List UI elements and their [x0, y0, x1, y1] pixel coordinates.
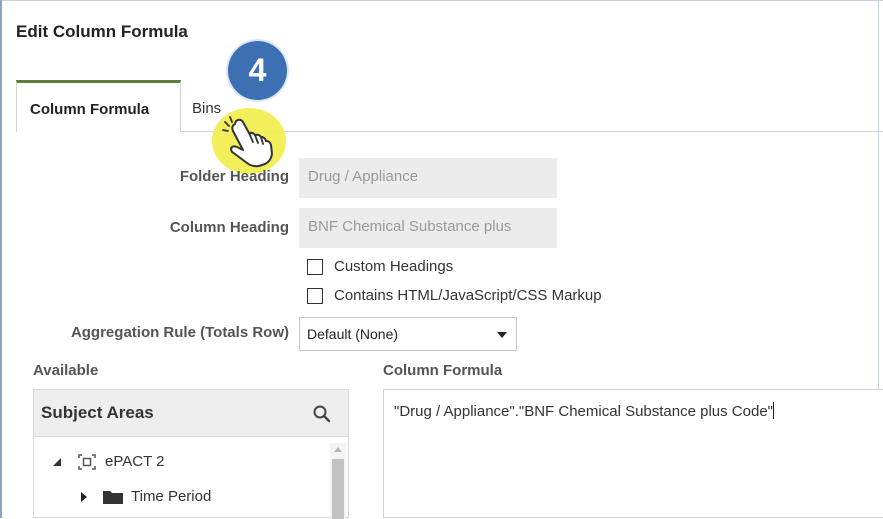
expanded-triangle-icon[interactable]: [52, 457, 62, 467]
tree-item-label: Time Period: [131, 488, 212, 505]
scroll-up-icon[interactable]: [334, 447, 342, 452]
subject-area-icon: [78, 453, 96, 470]
custom-headings-checkbox[interactable]: [307, 258, 323, 275]
subject-areas-title: Subject Areas: [41, 403, 154, 422]
tree-item-time-period[interactable]: Time Period: [80, 488, 211, 505]
folder-icon: [103, 490, 123, 504]
column-formula-text: "Drug / Appliance"."BNF Chemical Substan…: [394, 403, 773, 420]
scrollbar-thumb[interactable]: [332, 459, 344, 519]
aggregation-rule-label: Aggregation Rule (Totals Row): [70, 324, 289, 341]
tab-bins-label: Bins: [192, 100, 222, 117]
contains-markup-checkbox[interactable]: [307, 287, 323, 304]
tree-item-epact2[interactable]: ePACT 2: [52, 453, 164, 470]
column-formula-editor[interactable]: "Drug / Appliance"."BNF Chemical Substan…: [383, 389, 883, 518]
custom-headings-label: Custom Headings: [334, 258, 454, 275]
folder-heading-label: Folder Heading: [179, 168, 289, 185]
aggregation-rule-select[interactable]: Default (None): [299, 317, 517, 351]
column-heading-field: BNF Chemical Substance plus: [299, 208, 557, 248]
tab-bins[interactable]: Bins: [192, 100, 221, 117]
tree-scrollbar[interactable]: [330, 443, 346, 519]
tab-column-formula-label: Column Formula: [30, 101, 150, 118]
subject-areas-header: Subject Areas: [34, 390, 348, 436]
available-label: Available: [33, 362, 99, 379]
step-number-badge: 4: [228, 41, 287, 100]
tab-column-formula[interactable]: Column Formula: [16, 80, 181, 132]
custom-headings-row[interactable]: Custom Headings: [307, 258, 453, 275]
collapsed-triangle-icon[interactable]: [80, 491, 88, 503]
folder-heading-field: Drug / Appliance: [299, 158, 557, 198]
column-formula-label: Column Formula: [383, 362, 503, 379]
pointer-hand-icon: [222, 116, 273, 168]
text-cursor: [772, 402, 774, 419]
column-heading-label: Column Heading: [169, 219, 289, 236]
dialog-left-border: [0, 0, 2, 518]
contains-markup-row[interactable]: Contains HTML/JavaScript/CSS Markup: [307, 287, 602, 304]
tree-item-label: ePACT 2: [105, 453, 165, 470]
dialog-top-border: [0, 0, 883, 1]
subject-areas-tree: ePACT 2 Time Period: [34, 436, 348, 519]
search-icon[interactable]: [312, 404, 332, 424]
subject-areas-panel: Subject Areas ePACT 2 Time Period: [33, 389, 349, 519]
contains-markup-label: Contains HTML/JavaScript/CSS Markup: [334, 287, 602, 304]
dialog-title: Edit Column Formula: [16, 22, 188, 41]
aggregation-rule-value: Default (None): [307, 326, 399, 342]
chevron-down-icon: [497, 332, 507, 338]
